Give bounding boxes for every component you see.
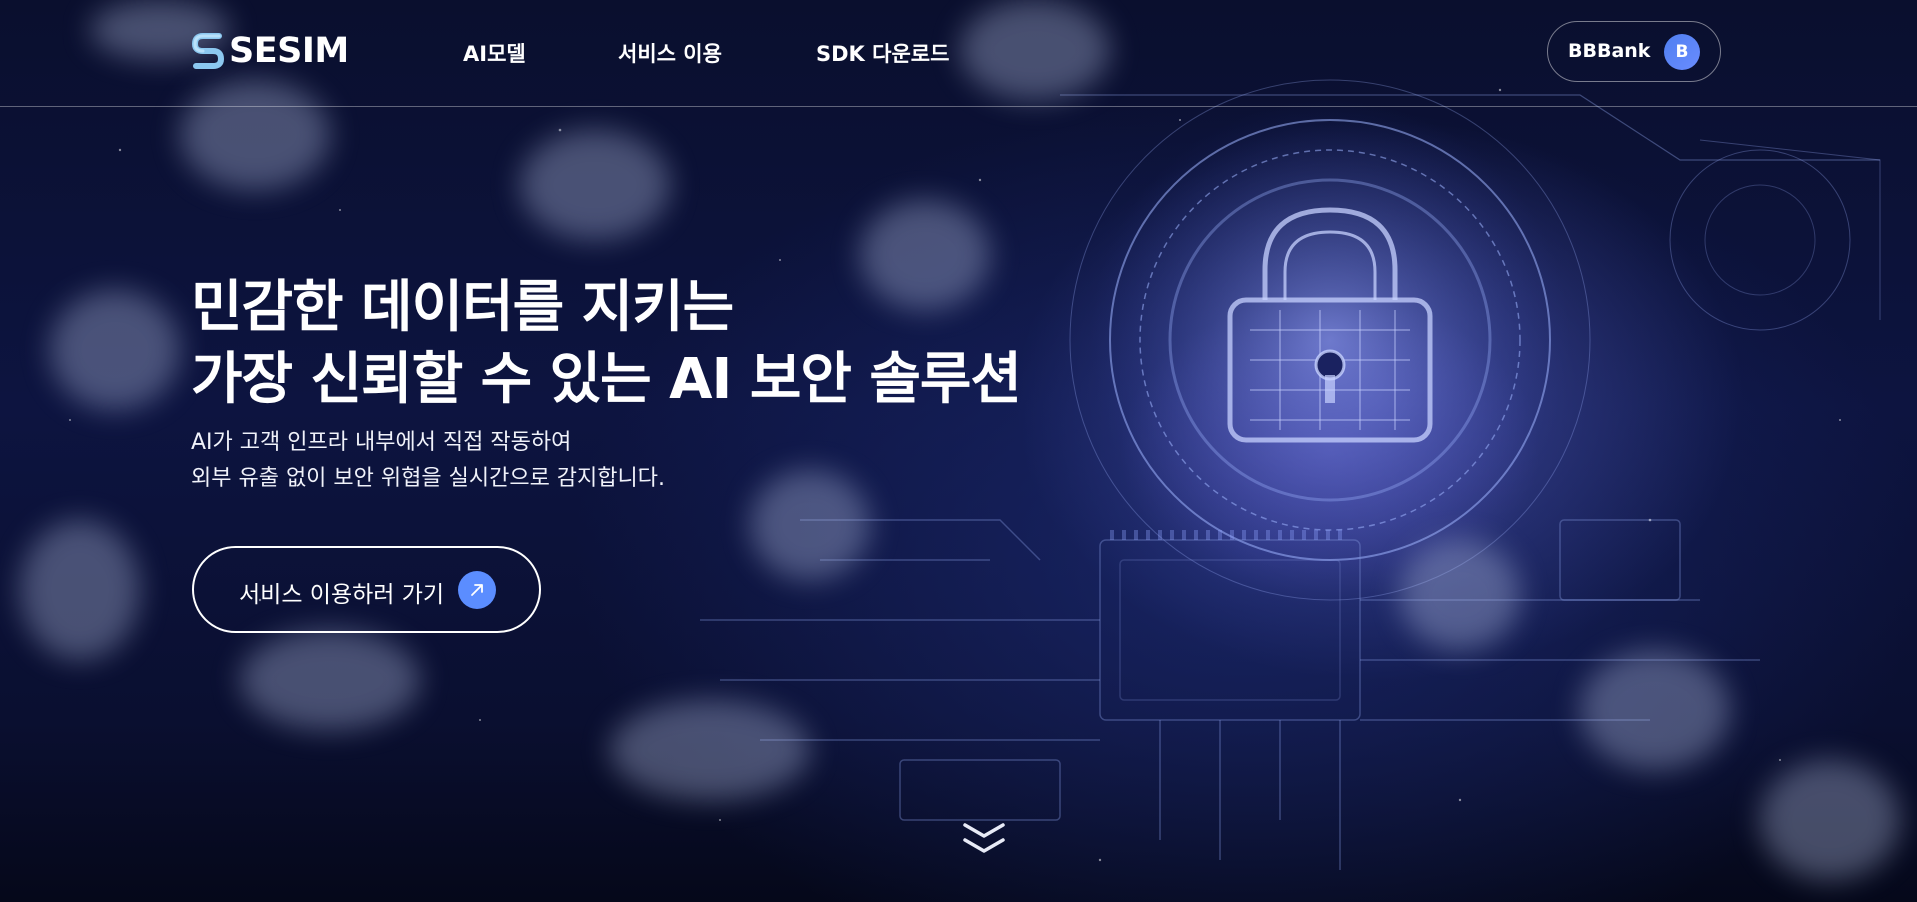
brand-logo[interactable]: SESIM <box>191 30 349 72</box>
hero-title-line-1: 민감한 데이터를 지키는 <box>191 275 734 340</box>
hero-title-line-2: 가장 신뢰할 수 있는 AI 보안 솔루션 <box>191 347 1022 412</box>
brand-name: SESIM <box>229 31 349 71</box>
nav-item-sdk-download[interactable]: SDK 다운로드 <box>816 38 949 68</box>
top-header: SESIM AI모델 서비스 이용 SDK 다운로드 BBBank B <box>0 0 1917 107</box>
user-menu[interactable]: BBBank B <box>1547 21 1721 82</box>
nav-item-service-use[interactable]: 서비스 이용 <box>618 38 722 68</box>
user-name: BBBank <box>1568 40 1651 62</box>
avatar: B <box>1664 34 1700 70</box>
nav-item-ai-model[interactable]: AI모델 <box>463 38 526 68</box>
hero-description-line-1: AI가 고객 인프라 내부에서 직접 작동하여 <box>191 430 572 455</box>
hero-description: AI가 고객 인프라 내부에서 직접 작동하여 외부 유출 없이 보안 위협을 … <box>191 425 665 497</box>
arrow-up-right-icon <box>458 571 496 609</box>
hero-title: 민감한 데이터를 지키는 가장 신뢰할 수 있는 AI 보안 솔루션 <box>191 272 1022 416</box>
cta-label: 서비스 이용하러 가기 <box>239 582 445 608</box>
hero-description-line-2: 외부 유출 없이 보안 위협을 실시간으로 감지합니다. <box>191 466 665 491</box>
go-to-service-button[interactable]: 서비스 이용하러 가기 <box>192 546 541 633</box>
double-chevron-down-icon[interactable] <box>962 820 1006 858</box>
s-logo-icon <box>191 33 225 69</box>
